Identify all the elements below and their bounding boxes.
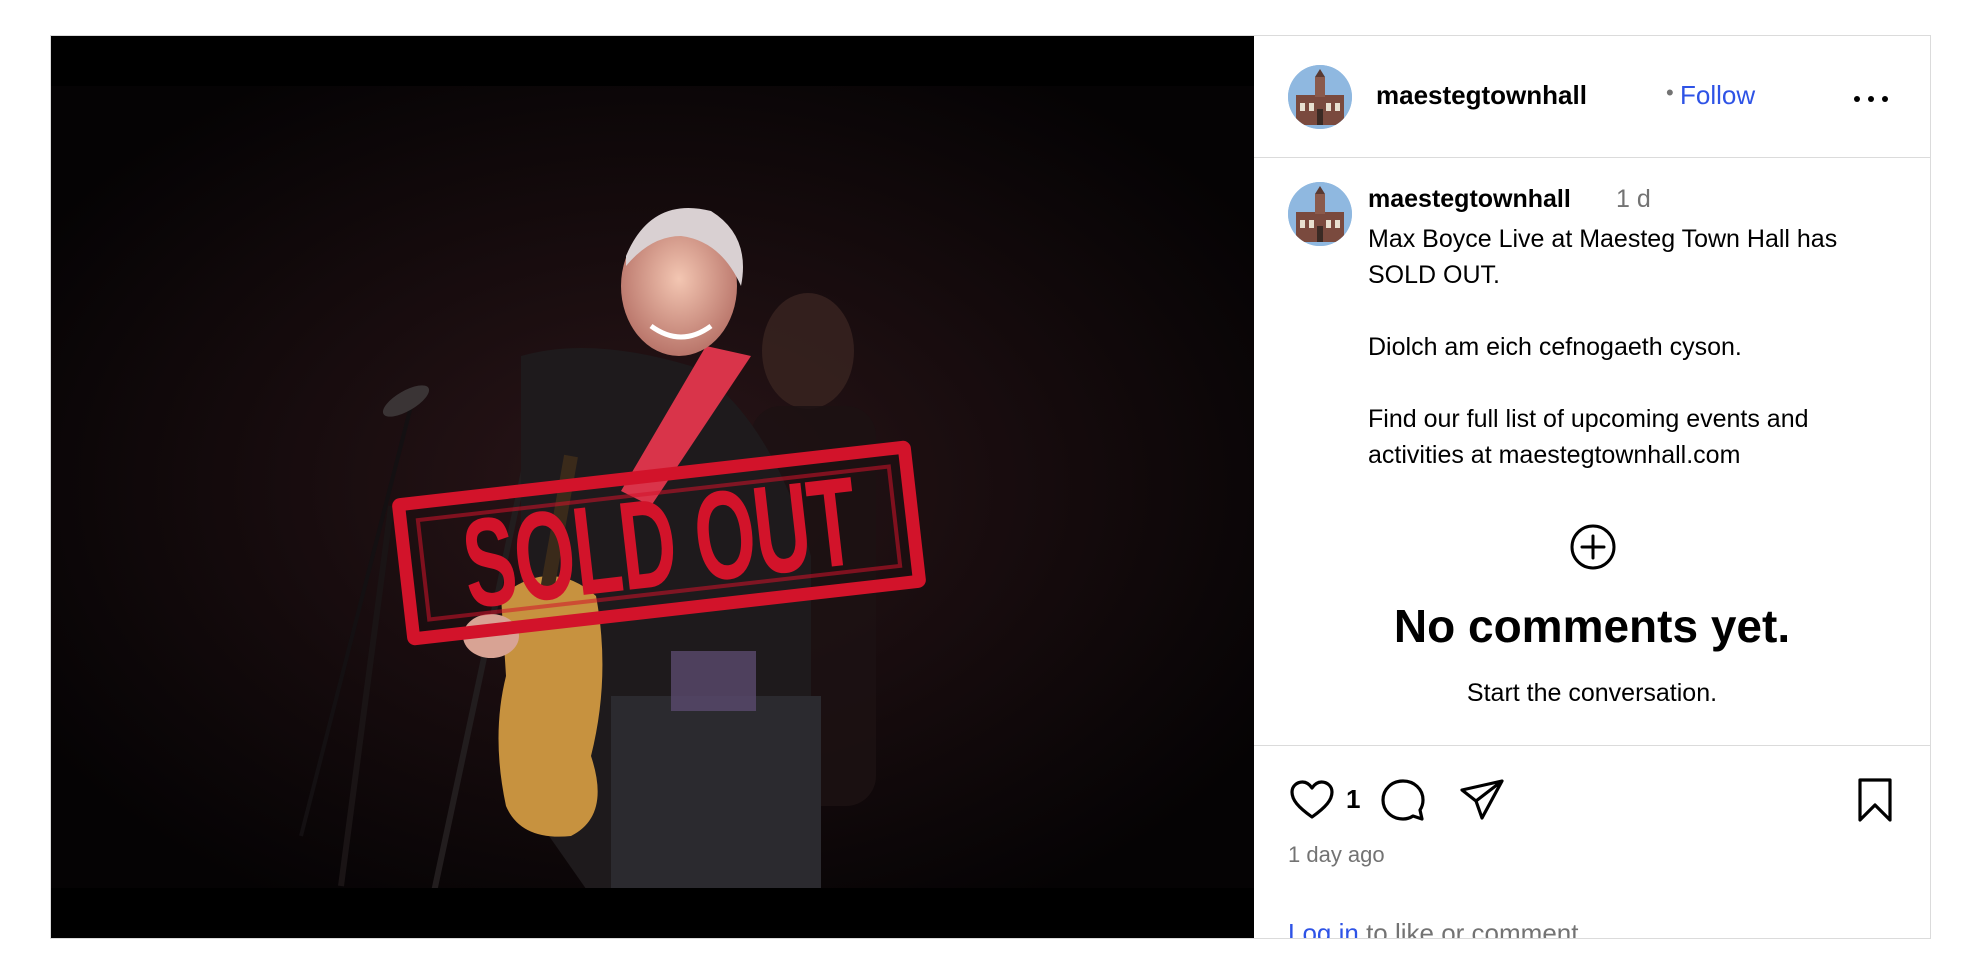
separator-dot: •	[1666, 80, 1674, 105]
empty-comments-subtitle: Start the conversation.	[1466, 679, 1718, 707]
share-icon[interactable]	[1458, 776, 1506, 824]
post-card: SOLD OUT maestegtownhall • Follow maeste…	[50, 35, 1931, 939]
avatar[interactable]	[1288, 65, 1352, 129]
post-image[interactable]: SOLD OUT	[51, 36, 1254, 938]
login-prompt: Log in to like or comment.	[1288, 918, 1586, 939]
follow-button[interactable]: Follow	[1680, 80, 1755, 111]
comments-area[interactable]: maestegtownhall 1 d Max Boyce Live at Ma…	[1254, 159, 1930, 745]
avatar[interactable]	[1288, 182, 1352, 246]
plus-circle-icon	[1570, 524, 1616, 570]
like-count[interactable]: 1	[1346, 784, 1360, 815]
post-timestamp[interactable]: 1 day ago	[1288, 842, 1385, 868]
town-hall-avatar-icon	[1288, 182, 1352, 246]
comment-icon[interactable]	[1379, 776, 1427, 824]
caption-time[interactable]: 1 d	[1616, 185, 1651, 214]
post-actions: 1 1 day ago Log in to like or comment.	[1254, 745, 1930, 938]
empty-comments-title: No comments yet.	[1393, 600, 1791, 652]
heart-icon[interactable]	[1288, 776, 1336, 824]
more-options-icon[interactable]	[1854, 94, 1888, 104]
town-hall-avatar-icon	[1288, 65, 1352, 129]
bookmark-icon[interactable]	[1851, 776, 1899, 824]
caption-username[interactable]: maestegtownhall	[1368, 185, 1571, 214]
header-username[interactable]: maestegtownhall	[1376, 80, 1587, 111]
caption-text: Max Boyce Live at Maesteg Town Hall has …	[1368, 225, 1838, 469]
login-link[interactable]: Log in	[1288, 918, 1359, 938]
post-side-panel: maestegtownhall • Follow maestegtownhall…	[1254, 36, 1930, 938]
login-prompt-suffix: to like or comment.	[1358, 918, 1586, 939]
post-header: maestegtownhall • Follow	[1254, 36, 1930, 158]
